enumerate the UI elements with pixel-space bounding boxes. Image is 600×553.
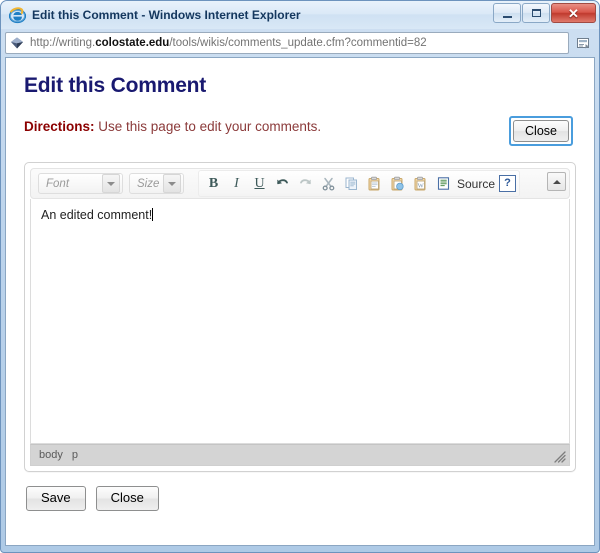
source-label[interactable]: Source — [457, 177, 495, 191]
url-domain: colostate.edu — [95, 37, 170, 49]
chevron-down-icon — [102, 174, 120, 194]
toolbar-group-styles: Font Size — [35, 171, 193, 196]
url-suffix: /tools/wikis/comments_update.cfm?comment… — [169, 37, 427, 49]
url-prefix: http://writing. — [30, 37, 96, 49]
maximize-icon — [531, 9, 541, 17]
window-controls: ✕ — [493, 3, 596, 23]
size-select-label: Size — [137, 177, 160, 190]
internet-explorer-icon — [9, 6, 26, 24]
directions-label: Directions: — [24, 119, 95, 134]
editor-content-text: An edited comment! — [41, 207, 559, 225]
element-path: body p — [39, 449, 78, 461]
form-actions: Save Close — [24, 486, 576, 512]
window-title: Edit this Comment - Windows Internet Exp… — [32, 8, 301, 22]
address-url: http://writing.colostate.edu/tools/wikis… — [30, 37, 427, 49]
paste-button[interactable] — [364, 173, 385, 194]
copy-button[interactable] — [341, 173, 362, 194]
editor-content-area[interactable]: An edited comment! — [30, 199, 570, 445]
editor-status-bar: body p — [30, 444, 570, 467]
compatibility-view-icon[interactable] — [572, 32, 594, 54]
toolbar-group-actions: B I U W Source ? — [198, 170, 521, 198]
close-top-button[interactable]: Close — [513, 120, 569, 143]
help-button[interactable]: ? — [499, 175, 517, 193]
paste-from-word-button[interactable]: W — [410, 173, 431, 194]
text-cursor — [152, 208, 154, 222]
source-code-icon[interactable] — [433, 173, 454, 194]
directions-row: Directions: Use this page to edit your c… — [24, 116, 576, 147]
svg-text:W: W — [418, 183, 425, 190]
element-path-item[interactable]: body — [39, 449, 63, 461]
page-viewport: Edit this Comment Directions: Use this p… — [5, 57, 595, 546]
editor-toolbar: Font Size B I U W Source ? — [30, 168, 570, 200]
save-button[interactable]: Save — [26, 486, 86, 512]
cut-button[interactable] — [318, 173, 339, 194]
paste-as-text-button[interactable] — [387, 173, 408, 194]
underline-button[interactable]: U — [249, 173, 270, 194]
close-top-focus-ring: Close — [509, 116, 573, 147]
editor-content-value: An edited comment! — [41, 208, 153, 223]
rich-text-editor: Font Size B I U W Source ? An edited com… — [24, 162, 576, 473]
browser-window: Edit this Comment - Windows Internet Exp… — [0, 0, 600, 553]
element-path-item[interactable]: p — [72, 449, 78, 461]
site-favicon-diamond-icon — [9, 35, 25, 51]
close-icon: ✕ — [568, 5, 579, 21]
minimize-button[interactable] — [493, 3, 521, 23]
font-select-label: Font — [46, 177, 70, 190]
undo-button[interactable] — [272, 173, 293, 194]
font-select[interactable]: Font — [38, 173, 123, 195]
address-input[interactable]: http://writing.colostate.edu/tools/wikis… — [5, 32, 569, 54]
address-bar: http://writing.colostate.edu/tools/wikis… — [1, 29, 599, 57]
minimize-icon — [502, 13, 512, 18]
close-window-button[interactable]: ✕ — [551, 3, 596, 23]
chevron-down-icon — [163, 174, 181, 194]
maximize-button[interactable] — [522, 3, 550, 23]
bold-button[interactable]: B — [203, 173, 224, 194]
directions-text: Directions: Use this page to edit your c… — [24, 116, 321, 134]
italic-button[interactable]: I — [226, 173, 247, 194]
redo-button[interactable] — [295, 173, 316, 194]
directions-body: Use this page to edit your comments. — [98, 119, 322, 134]
page-title: Edit this Comment — [24, 74, 207, 97]
resize-grip-icon[interactable] — [552, 449, 566, 464]
title-bar: Edit this Comment - Windows Internet Exp… — [1, 1, 599, 29]
collapse-toolbar-icon[interactable] — [547, 172, 566, 192]
size-select[interactable]: Size — [129, 173, 184, 195]
close-button[interactable]: Close — [95, 486, 159, 512]
